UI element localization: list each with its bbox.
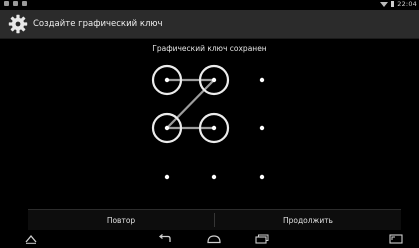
pattern-node-2[interactable] [198, 64, 230, 96]
footer-buttons: Повтор Продолжить [28, 209, 401, 230]
home-up-icon[interactable] [24, 233, 38, 245]
battery-icon [391, 1, 395, 7]
pattern-node-4[interactable] [151, 112, 183, 144]
status-notifications [4, 1, 27, 6]
recent-apps-icon[interactable] [253, 233, 271, 245]
usb-icon [13, 1, 18, 6]
action-bar: Создайте графический ключ [0, 10, 419, 38]
pattern-node-7[interactable] [164, 174, 170, 180]
pattern-node-1[interactable] [151, 64, 183, 96]
clock: 22:04 [397, 0, 417, 8]
settings-gear-icon[interactable] [7, 13, 29, 35]
action-bar-divider [0, 38, 419, 39]
pattern-node-5[interactable] [198, 112, 230, 144]
notification-icon [4, 1, 9, 6]
pattern-status-message: Графический ключ сохранен [152, 44, 267, 53]
page-title: Создайте графический ключ [33, 19, 163, 29]
screenshot-icon[interactable] [388, 233, 404, 245]
pattern-path [166, 78, 215, 130]
pattern-node-3[interactable] [259, 77, 265, 83]
pattern-node-8[interactable] [211, 174, 217, 180]
continue-button[interactable]: Продолжить [215, 210, 401, 230]
pattern-node-9[interactable] [259, 174, 265, 180]
status-system: 22:04 [380, 0, 417, 8]
image-icon [22, 1, 27, 6]
retry-button[interactable]: Повтор [28, 210, 214, 230]
pattern-segment [166, 79, 215, 129]
back-icon[interactable] [156, 233, 174, 245]
home-icon[interactable] [205, 233, 223, 245]
status-bar: 22:04 [0, 0, 419, 10]
navigation-bar [0, 230, 419, 248]
wifi-icon [380, 1, 389, 7]
pattern-node-6[interactable] [259, 125, 265, 131]
